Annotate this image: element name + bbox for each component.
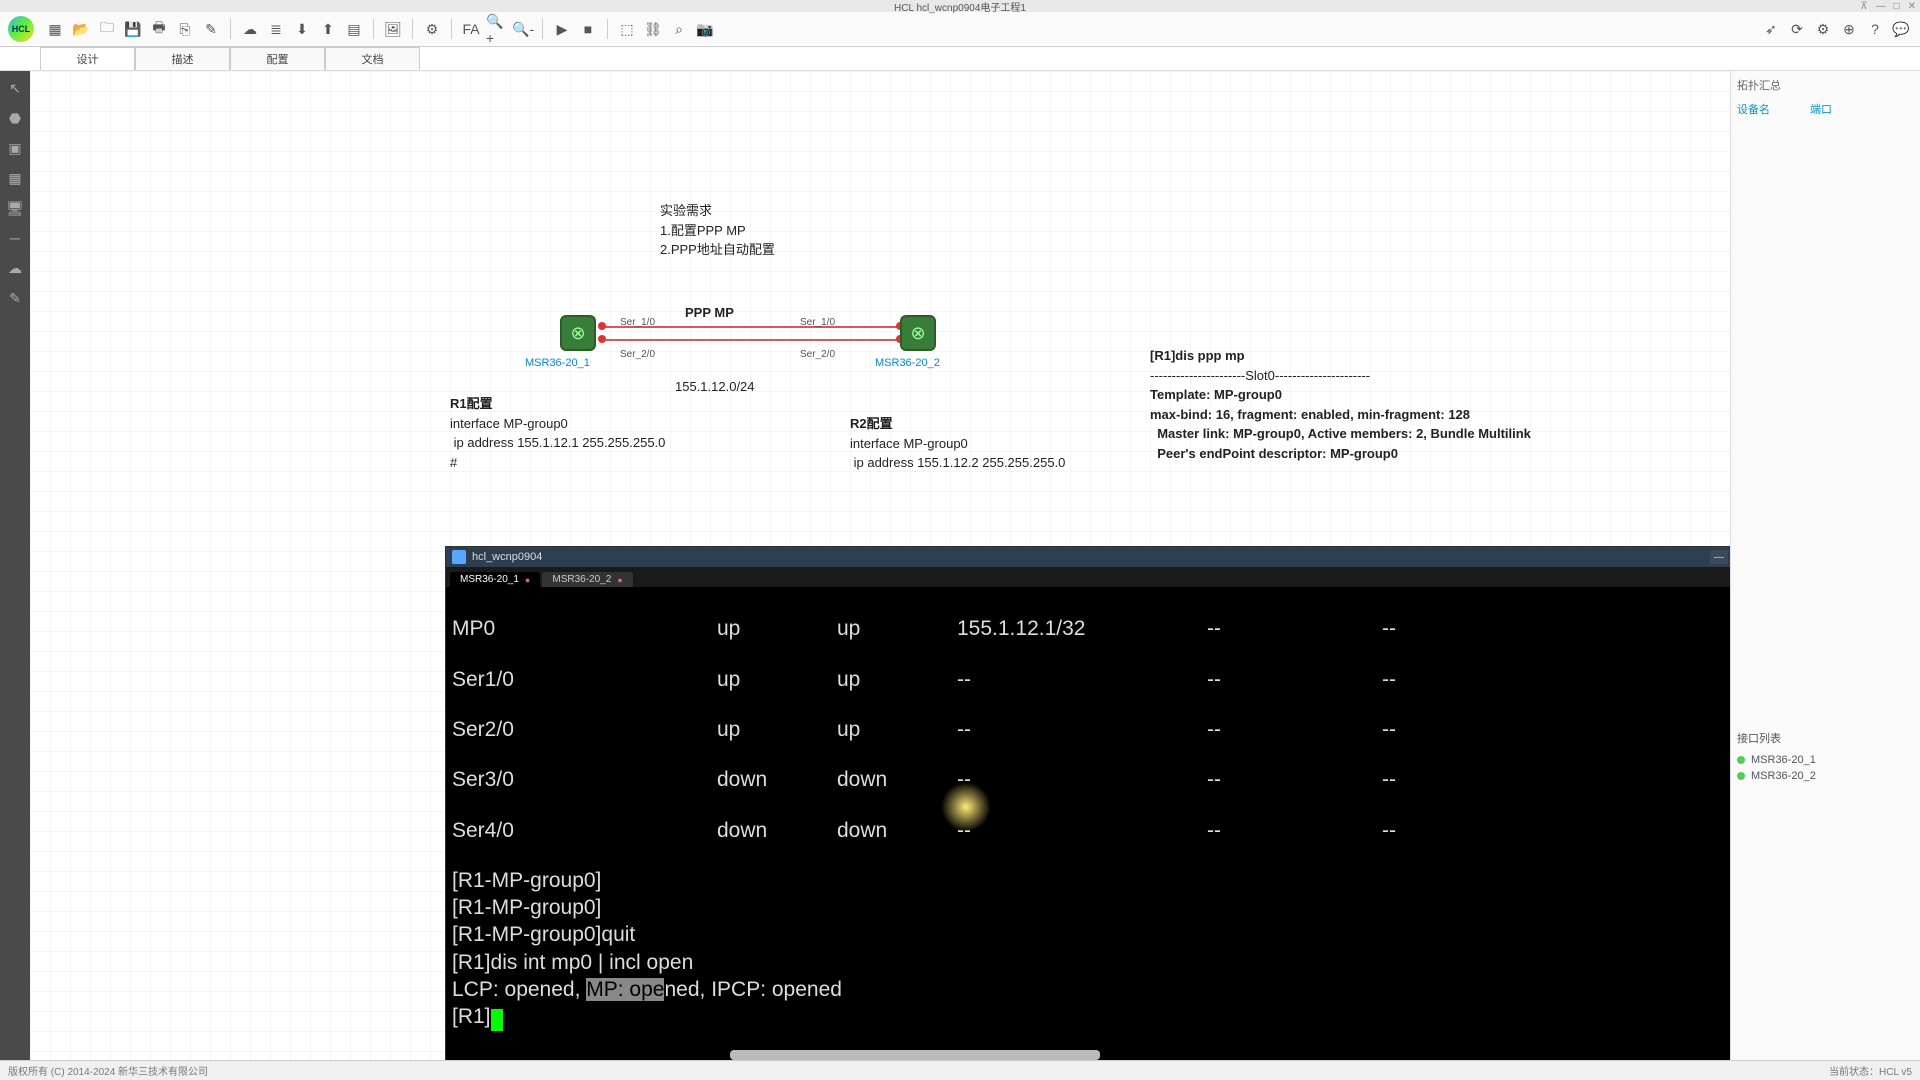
layers-icon[interactable]: ≣ [265, 18, 287, 40]
edit-icon[interactable]: ✎ [200, 18, 222, 40]
requirements-block: 实验需求 1.配置PPP MP 2.PPP地址自动配置 [660, 201, 775, 260]
compass-icon[interactable]: ➶ [1760, 18, 1782, 40]
terminal-tab-1[interactable]: MSR36-20_1● [450, 572, 540, 587]
rail-host-icon[interactable]: 🖥 [4, 197, 26, 219]
link-icon[interactable]: ⬚ [616, 18, 638, 40]
print-icon[interactable]: 🖶 [148, 18, 170, 40]
col-port[interactable]: 端口 [1810, 101, 1832, 117]
section-title: 接口列表 [1737, 730, 1914, 746]
router-r1-label: MSR36-20_1 [525, 357, 590, 369]
chain-icon[interactable]: ⛓ [642, 18, 664, 40]
terminal-tab-2[interactable]: MSR36-20_2● [542, 572, 632, 587]
router-r1[interactable]: ⊗ [560, 315, 596, 351]
app-title: HCL hcl_wcnp0904电子工程1 [894, 0, 1026, 14]
open-icon[interactable]: 📂 [70, 18, 92, 40]
thumbtack-icon[interactable]: ⊼ [1860, 1, 1867, 12]
download-icon[interactable]: ⬇ [291, 18, 313, 40]
zoom-in-icon[interactable]: 🔍+ [486, 18, 508, 40]
globe-icon[interactable]: ⊕ [1838, 18, 1860, 40]
help-icon[interactable]: ? [1864, 18, 1886, 40]
title-bar: HCL hcl_wcnp0904电子工程1 ⊼ — □ ✕ [0, 0, 1920, 12]
tab-doc[interactable]: 文档 [325, 47, 420, 70]
image-icon[interactable]: 🖼 [382, 18, 404, 40]
port-dot [598, 322, 606, 330]
stop-icon[interactable]: ■ [577, 18, 599, 40]
refresh-icon[interactable]: ⟳ [1786, 18, 1808, 40]
status-bar: 版权所有 (C) 2014-2024 新华三技术有限公司 当前状态：HCL v5 [0, 1060, 1920, 1080]
settings-icon[interactable]: ⚙ [1812, 18, 1834, 40]
right-panel-header: 拓扑汇总 [1737, 77, 1914, 93]
r2-config-block: R2配置 interface MP-group0 ip address 155.… [850, 414, 1065, 473]
zoom-out-icon[interactable]: 🔍- [512, 18, 534, 40]
rail-note-icon[interactable]: ✎ [4, 287, 26, 309]
camera-icon[interactable]: 📷 [694, 18, 716, 40]
port-label: Ser_1/0 [620, 317, 655, 328]
status-text: 当前状态：HCL v5 [1829, 1063, 1912, 1078]
new-icon[interactable]: ▦ [44, 18, 66, 40]
view-tabs: 设计 描述 配置 文档 [0, 47, 1920, 71]
port-label: Ser_2/0 [620, 349, 655, 360]
terminal-icon [452, 550, 466, 564]
cloud-icon[interactable]: ☁ [239, 18, 261, 40]
export-icon[interactable]: ⎘ [174, 18, 196, 40]
main-toolbar: HCL ▦ 📂 🗀 💾 🖶 ⎘ ✎ ☁ ≣ ⬇ ⬆ ▤ 🖼 ⚙ FA 🔍+ 🔍-… [0, 12, 1920, 47]
right-panel: 拓扑汇总 设备名 端口 接口列表 MSR36-20_1 MSR36-20_2 [1730, 71, 1920, 1060]
grid-icon[interactable]: ▤ [343, 18, 365, 40]
app-logo-icon: HCL [8, 16, 34, 42]
tab-close-icon[interactable]: ● [617, 575, 622, 585]
status-dot-icon [1737, 772, 1745, 780]
copyright: 版权所有 (C) 2014-2024 新华三技术有限公司 [8, 1063, 208, 1078]
tab-design[interactable]: 设计 [40, 47, 135, 70]
terminal-window: hcl_wcnp0904 — □ ✕ MSR36-20_1● MSR36-20_… [445, 546, 1730, 1060]
save-icon[interactable]: 💾 [122, 18, 144, 40]
port-label: Ser_2/0 [800, 349, 835, 360]
router-r2[interactable]: ⊗ [900, 315, 936, 351]
term-minimize-icon[interactable]: — [1710, 550, 1728, 564]
play-icon[interactable]: ▶ [551, 18, 573, 40]
text-icon[interactable]: FA [460, 18, 482, 40]
rail-select-icon[interactable]: ↖ [4, 77, 26, 99]
port-label: Ser_1/0 [800, 317, 835, 328]
rail-link-icon[interactable]: ─ [4, 227, 26, 249]
upload-icon[interactable]: ⬆ [317, 18, 339, 40]
device-list-item[interactable]: MSR36-20_2 [1737, 768, 1914, 784]
tab-config[interactable]: 配置 [230, 47, 325, 70]
rail-switch-icon[interactable]: ▣ [4, 137, 26, 159]
left-tool-rail: ↖ ⬣ ▣ ▦ 🖥 ─ ☁ ✎ [0, 71, 30, 1060]
gear-icon[interactable]: ⚙ [421, 18, 443, 40]
terminal-title: hcl_wcnp0904 [472, 551, 542, 563]
device-list-item[interactable]: MSR36-20_1 [1737, 752, 1914, 768]
topo-link-2[interactable] [600, 339, 900, 341]
subnet-label: 155.1.12.0/24 [675, 377, 755, 397]
search-icon[interactable]: ⌕ [668, 18, 690, 40]
col-device[interactable]: 设备名 [1737, 101, 1770, 117]
terminal-tabs: MSR36-20_1● MSR36-20_2● [446, 567, 1730, 587]
canvas-hscrollbar[interactable] [730, 1050, 1100, 1060]
r1-config-block: R1配置 interface MP-group0 ip address 155.… [450, 394, 665, 472]
router-r2-label: MSR36-20_2 [875, 357, 940, 369]
tab-close-icon[interactable]: ● [525, 575, 530, 585]
folder-icon[interactable]: 🗀 [96, 18, 118, 40]
rail-router-icon[interactable]: ⬣ [4, 107, 26, 129]
tab-desc[interactable]: 描述 [135, 47, 230, 70]
port-dot [598, 335, 606, 343]
close-icon[interactable]: ✕ [1908, 1, 1916, 12]
minimize-icon[interactable]: — [1876, 1, 1886, 12]
terminal-titlebar[interactable]: hcl_wcnp0904 — □ ✕ [446, 547, 1730, 567]
maximize-icon[interactable]: □ [1894, 1, 1900, 12]
info-block: [R1]dis ppp mp ----------------------Slo… [1150, 346, 1531, 463]
terminal-body[interactable]: MP0upup155.1.12.1/32---- Ser1/0upup-----… [446, 587, 1730, 1060]
rail-cloud-icon[interactable]: ☁ [4, 257, 26, 279]
canvas[interactable]: 实验需求 1.配置PPP MP 2.PPP地址自动配置 PPP MP ⊗ ⊗ M… [30, 71, 1730, 1060]
link-title: PPP MP [685, 303, 734, 323]
chat-icon[interactable]: 💬 [1890, 18, 1912, 40]
rail-firewall-icon[interactable]: ▦ [4, 167, 26, 189]
status-dot-icon [1737, 756, 1745, 764]
cursor [491, 1009, 503, 1031]
